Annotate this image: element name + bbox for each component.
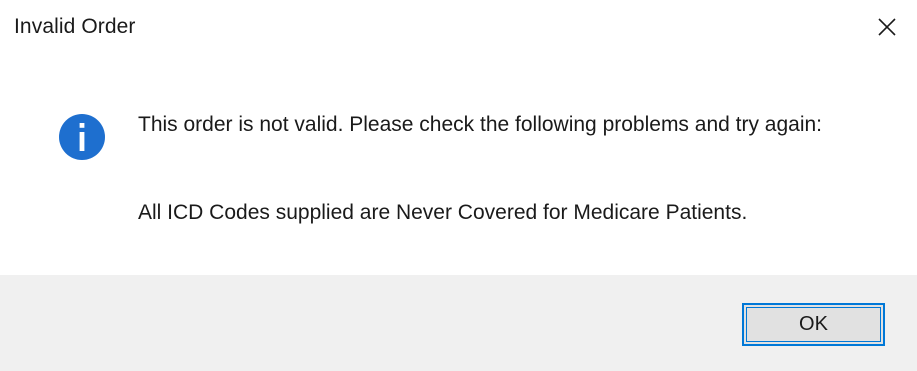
ok-button-label: OK — [799, 313, 828, 335]
detail-text: All ICD Codes supplied are Never Covered… — [138, 201, 748, 224]
close-button[interactable] — [857, 0, 917, 54]
message-text: This order is not valid. Please check th… — [138, 113, 823, 136]
dialog-title: Invalid Order — [14, 15, 136, 38]
dialog-content: This order is not valid. Please check th… — [0, 60, 917, 275]
ok-button[interactable]: OK — [742, 303, 885, 346]
message-dialog: Invalid Order This order is not valid. P… — [0, 0, 917, 371]
info-icon — [59, 114, 105, 160]
button-bar: OK — [0, 275, 917, 371]
close-icon — [878, 18, 896, 36]
title-bar: Invalid Order — [0, 0, 917, 60]
